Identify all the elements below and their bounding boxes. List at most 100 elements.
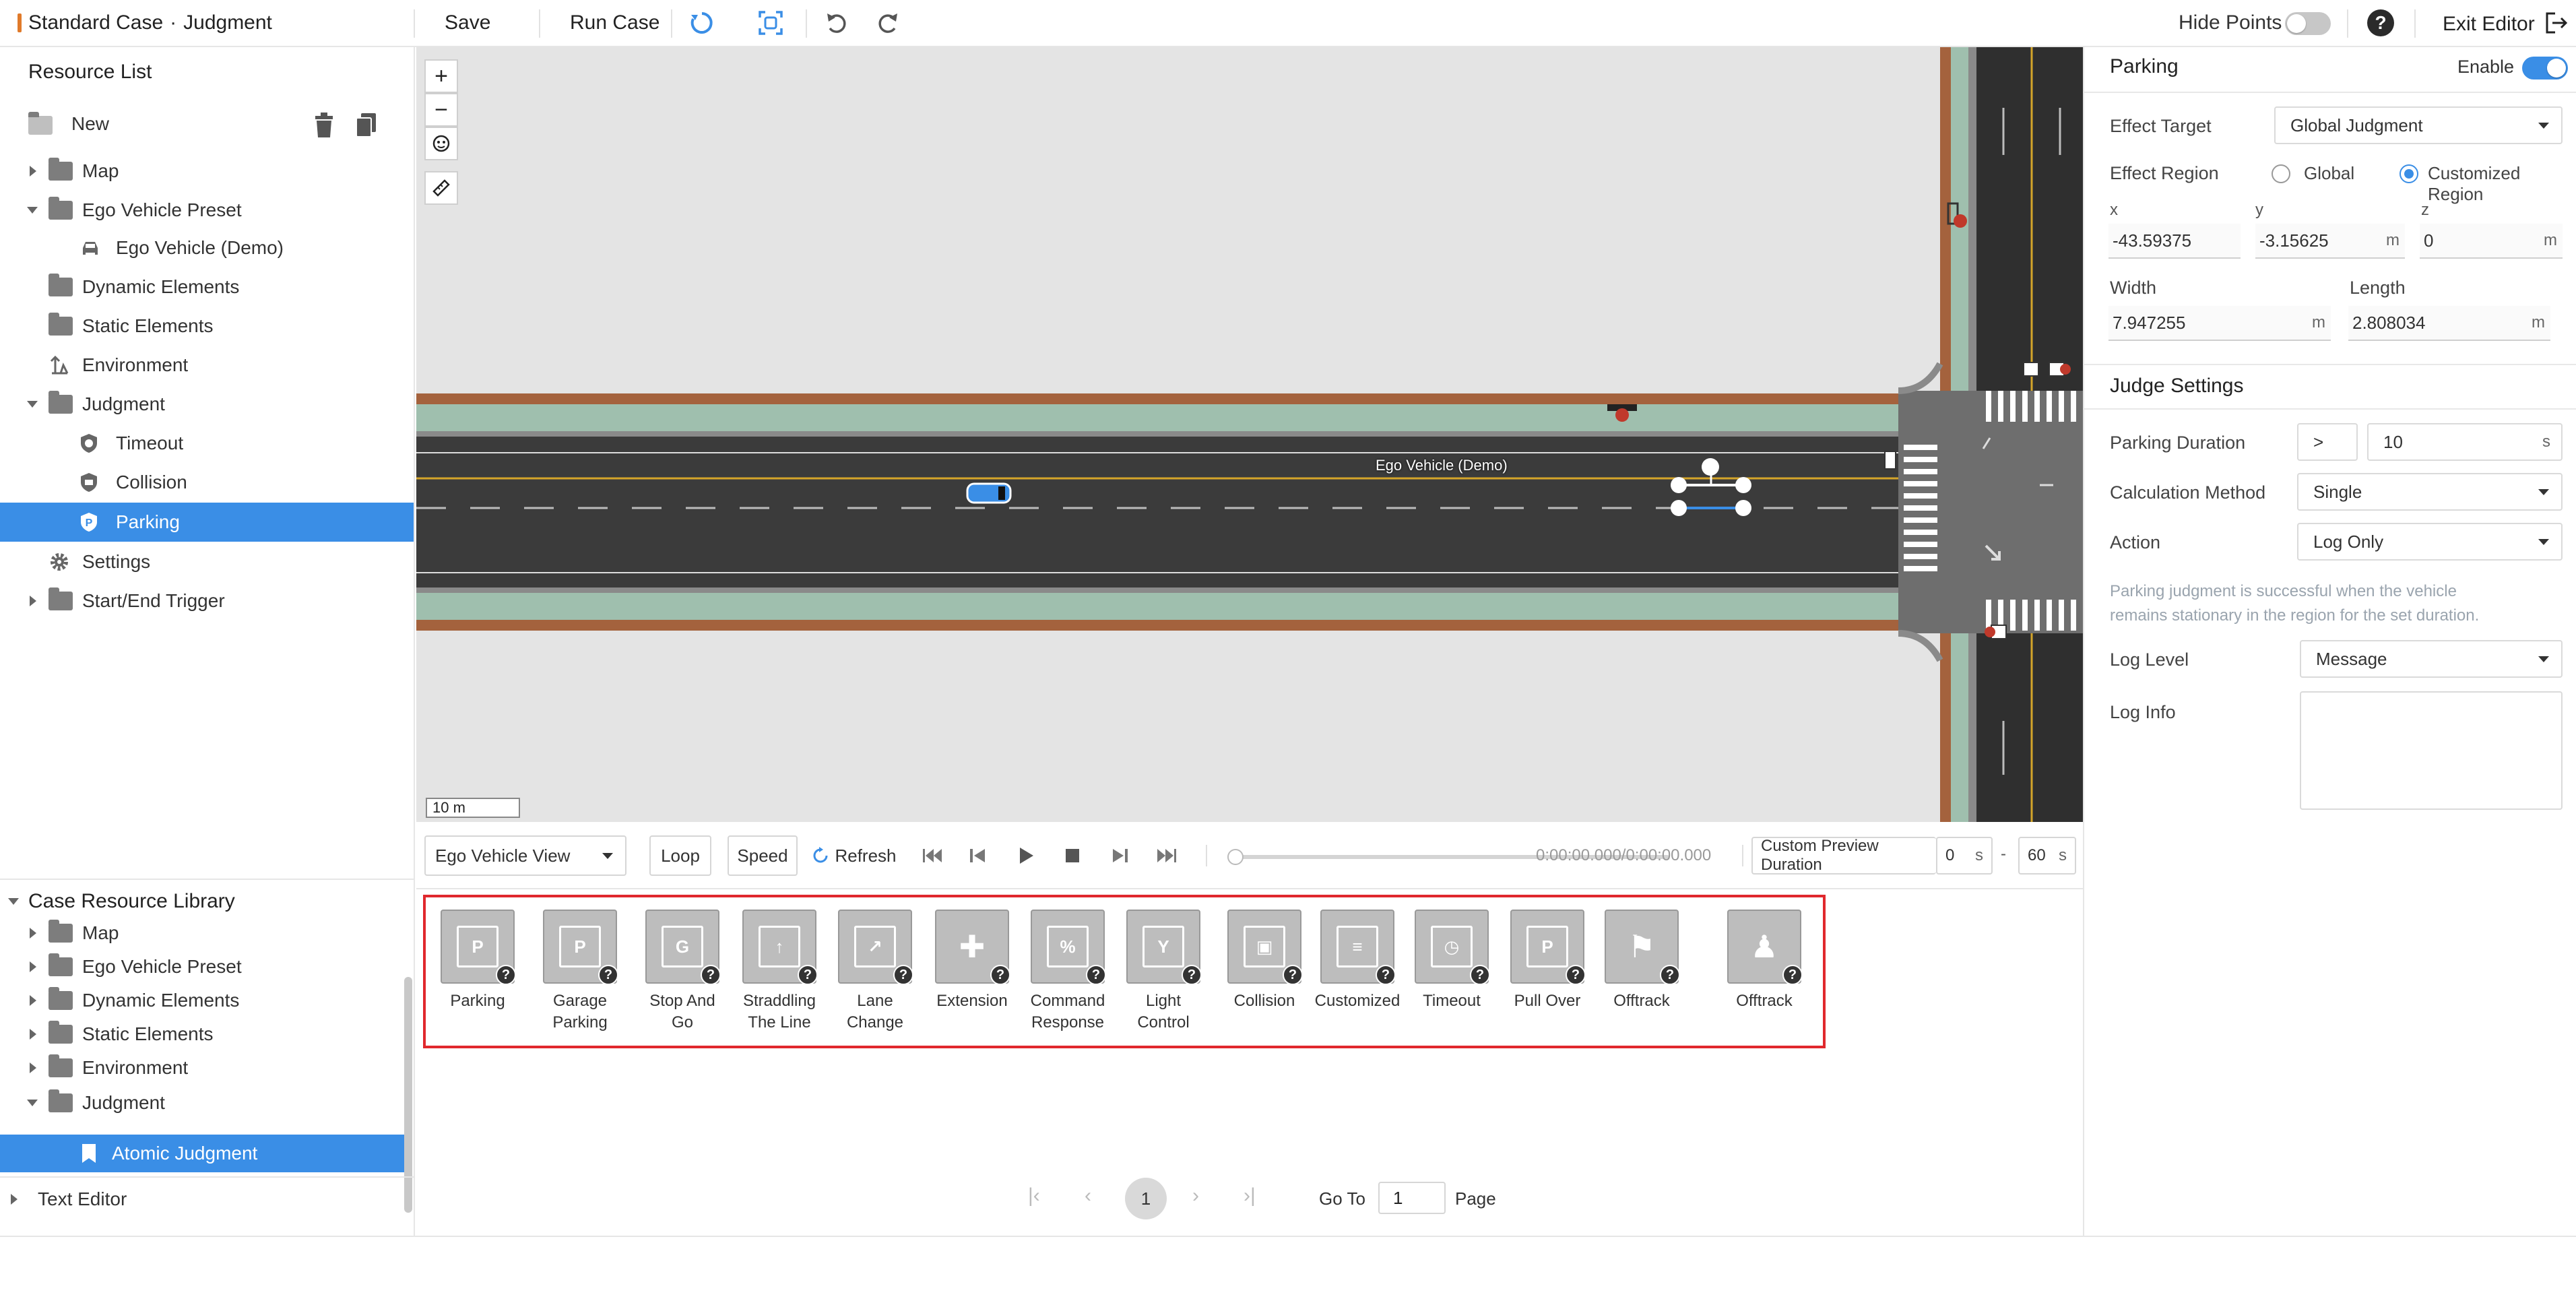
y-input[interactable]: -3.15625 m bbox=[2255, 224, 2405, 259]
new-resource-row[interactable]: New bbox=[0, 105, 414, 143]
reset-view-icon[interactable] bbox=[688, 9, 715, 36]
library-item-dynamic-elements[interactable]: Dynamic Elements bbox=[0, 984, 414, 1017]
collapse-caret-icon[interactable] bbox=[27, 207, 38, 214]
help-icon[interactable]: ? bbox=[798, 965, 818, 985]
save-button[interactable]: Save bbox=[445, 11, 490, 34]
expand-caret-icon[interactable] bbox=[11, 1194, 18, 1205]
play-icon[interactable] bbox=[1012, 842, 1039, 869]
palette-item-customized[interactable]: ≡? Customized bbox=[1314, 910, 1401, 1012]
tree-item-parking[interactable]: P Parking bbox=[0, 503, 414, 542]
zoom-out-button[interactable]: − bbox=[424, 93, 458, 127]
view-select[interactable]: Ego Vehicle View bbox=[424, 835, 626, 876]
palette-item-light-control[interactable]: Y? Light Control bbox=[1120, 910, 1207, 1034]
tree-item-start-end-trigger[interactable]: Start/End Trigger bbox=[0, 582, 414, 620]
region-custom-radio[interactable] bbox=[2400, 164, 2418, 183]
expand-caret-icon[interactable] bbox=[30, 928, 36, 939]
map-canvas[interactable]: Ego Vehicle (Demo) + − 10 m bbox=[416, 47, 2083, 822]
log-info-textarea[interactable] bbox=[2300, 691, 2563, 810]
resize-handle[interactable] bbox=[1671, 500, 1687, 516]
run-case-button[interactable]: Run Case bbox=[570, 11, 659, 34]
palette-item-offtrack-2[interactable]: ♟? Offtrack bbox=[1720, 910, 1808, 1012]
help-icon[interactable]: ? bbox=[701, 965, 721, 985]
preview-end-field[interactable]: 60 s bbox=[2018, 837, 2076, 875]
palette-item-timeout[interactable]: ◷? Timeout bbox=[1408, 910, 1495, 1012]
tree-item-dynamic-elements[interactable]: Dynamic Elements bbox=[0, 268, 414, 306]
tree-item-judgment[interactable]: Judgment bbox=[0, 385, 414, 423]
skip-to-end-icon[interactable] bbox=[1152, 842, 1179, 869]
speed-button[interactable]: Speed bbox=[728, 835, 798, 876]
first-page-button[interactable]: |‹ bbox=[1028, 1184, 1040, 1207]
exit-editor-button[interactable]: Exit Editor bbox=[2443, 11, 2569, 36]
resize-handle[interactable] bbox=[1735, 477, 1751, 493]
expand-caret-icon[interactable] bbox=[30, 596, 36, 606]
help-icon[interactable]: ? bbox=[893, 965, 913, 985]
tree-item-settings[interactable]: Settings bbox=[0, 543, 414, 581]
collapse-caret-icon[interactable] bbox=[27, 401, 38, 408]
library-item-judgment[interactable]: Judgment bbox=[0, 1086, 414, 1120]
resize-handle[interactable] bbox=[1735, 500, 1751, 516]
help-icon[interactable]: ? bbox=[1566, 965, 1586, 985]
width-input[interactable]: 7.947255 m bbox=[2108, 306, 2331, 341]
enable-toggle[interactable] bbox=[2522, 57, 2568, 80]
tree-item-environment[interactable]: Environment bbox=[0, 346, 414, 384]
step-back-icon[interactable] bbox=[965, 842, 992, 869]
palette-item-stop-and-go[interactable]: G? Stop And Go bbox=[639, 910, 726, 1034]
step-forward-icon[interactable] bbox=[1106, 842, 1133, 869]
effect-target-select[interactable]: Global Judgment bbox=[2274, 106, 2563, 144]
collapse-caret-icon[interactable] bbox=[8, 898, 19, 905]
expand-caret-icon[interactable] bbox=[30, 1062, 36, 1073]
palette-item-extension[interactable]: ✚? Extension bbox=[928, 910, 1016, 1012]
z-input[interactable]: 0 m bbox=[2420, 224, 2563, 259]
expand-caret-icon[interactable] bbox=[30, 995, 36, 1006]
help-icon[interactable]: ? bbox=[990, 965, 1010, 985]
copy-icon[interactable] bbox=[354, 112, 379, 139]
help-icon[interactable]: ? bbox=[1782, 965, 1803, 985]
loop-button[interactable]: Loop bbox=[649, 835, 711, 876]
library-item-static-elements[interactable]: Static Elements bbox=[0, 1017, 414, 1051]
expand-caret-icon[interactable] bbox=[30, 1029, 36, 1040]
undo-icon[interactable] bbox=[823, 9, 850, 36]
tree-item-timeout[interactable]: Timeout bbox=[0, 424, 414, 462]
library-item-ego-vehicle-preset[interactable]: Ego Vehicle Preset bbox=[0, 950, 414, 984]
help-icon[interactable]: ? bbox=[598, 965, 618, 985]
timeline-knob[interactable] bbox=[1227, 849, 1244, 865]
palette-item-garage-parking[interactable]: P? Garage Parking bbox=[536, 910, 624, 1034]
fit-view-icon[interactable] bbox=[757, 9, 784, 36]
library-item-environment[interactable]: Environment bbox=[0, 1051, 414, 1085]
palette-item-lane-change[interactable]: ↗? Lane Change bbox=[831, 910, 919, 1034]
tree-item-map[interactable]: Map bbox=[0, 152, 414, 190]
skip-to-start-icon[interactable] bbox=[920, 842, 947, 869]
help-icon[interactable]: ? bbox=[1376, 965, 1396, 985]
library-item-atomic-judgment[interactable]: Atomic Judgment bbox=[0, 1135, 404, 1172]
goto-page-input[interactable]: 1 bbox=[1378, 1182, 1446, 1214]
prev-page-button[interactable]: ‹ bbox=[1085, 1184, 1091, 1207]
duration-input[interactable]: 10 s bbox=[2367, 423, 2563, 461]
text-editor-header[interactable]: Text Editor bbox=[0, 1180, 414, 1218]
calc-method-select[interactable]: Single bbox=[2297, 473, 2563, 511]
help-icon[interactable]: ? bbox=[1086, 965, 1106, 985]
resize-handle[interactable] bbox=[1671, 477, 1687, 493]
redo-icon[interactable] bbox=[874, 9, 901, 36]
next-page-button[interactable]: › bbox=[1192, 1184, 1199, 1207]
palette-item-straddling-the-line[interactable]: ↑? Straddling The Line bbox=[736, 910, 823, 1034]
tree-item-ego-vehicle-demo[interactable]: Ego Vehicle (Demo) bbox=[0, 229, 414, 267]
zoom-in-button[interactable]: + bbox=[424, 59, 458, 93]
measure-button[interactable] bbox=[424, 171, 458, 205]
refresh-button[interactable]: Refresh bbox=[810, 835, 897, 876]
help-icon[interactable]: ? bbox=[1182, 965, 1202, 985]
collapse-caret-icon[interactable] bbox=[27, 1100, 38, 1106]
preview-start-field[interactable]: 0 s bbox=[1936, 837, 1993, 875]
library-item-map[interactable]: Map bbox=[0, 916, 414, 950]
current-page[interactable]: 1 bbox=[1125, 1178, 1167, 1219]
log-level-select[interactable]: Message bbox=[2300, 640, 2563, 678]
x-input[interactable]: -43.59375 bbox=[2108, 224, 2241, 259]
reset-north-button[interactable] bbox=[424, 127, 458, 160]
palette-item-offtrack[interactable]: ⚑? Offtrack bbox=[1598, 910, 1685, 1012]
help-icon[interactable]: ? bbox=[1283, 965, 1303, 985]
region-global-radio[interactable] bbox=[2272, 164, 2290, 183]
expand-caret-icon[interactable] bbox=[30, 961, 36, 972]
action-select[interactable]: Log Only bbox=[2297, 523, 2563, 561]
help-icon[interactable]: ? bbox=[496, 965, 516, 985]
palette-item-parking[interactable]: P? Parking bbox=[434, 910, 521, 1012]
last-page-button[interactable]: ›| bbox=[1244, 1184, 1256, 1207]
